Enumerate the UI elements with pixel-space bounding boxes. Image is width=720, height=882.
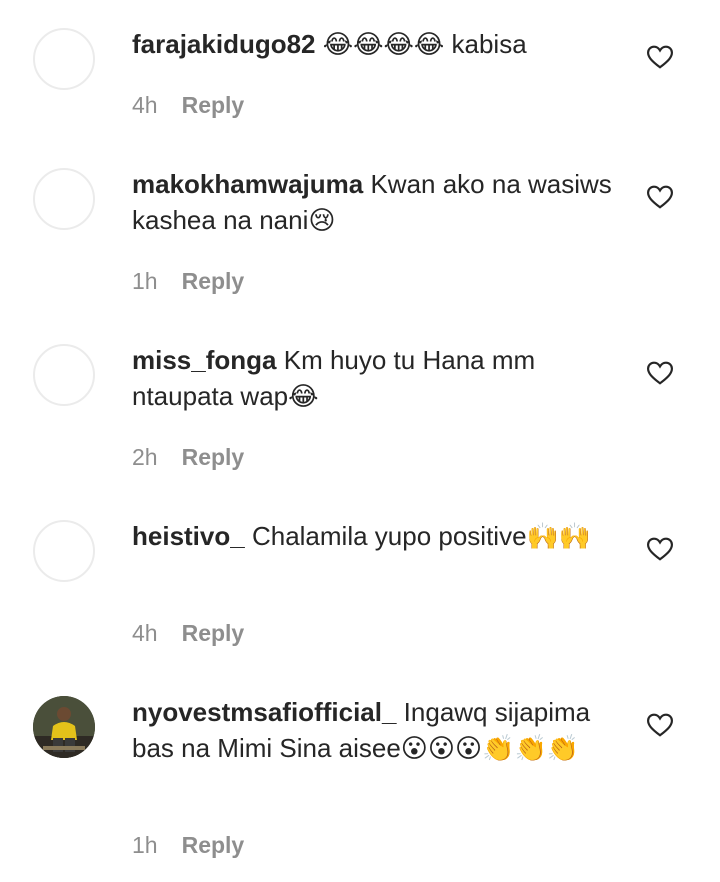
avatar[interactable]: [33, 520, 95, 582]
comment-body: farajakidugo82 😂😂😂😂 kabisa: [132, 26, 622, 62]
comment-text: Chalamila yupo positive🙌🙌: [251, 521, 592, 551]
avatar[interactable]: [33, 168, 95, 230]
comment-username[interactable]: heistivo_: [132, 521, 245, 551]
heart-outline-icon[interactable]: [647, 185, 673, 209]
comment-meta: 1h Reply: [132, 830, 244, 860]
reply-button[interactable]: Reply: [182, 620, 245, 646]
comment-body: heistivo_ Chalamila yupo positive🙌🙌: [132, 518, 592, 554]
comment-username[interactable]: miss_fonga: [132, 345, 277, 375]
reply-button[interactable]: Reply: [182, 444, 245, 470]
heart-outline-icon[interactable]: [647, 361, 673, 385]
avatar[interactable]: [33, 696, 95, 758]
comment-timestamp: 4h: [132, 620, 158, 646]
avatar-photo: [33, 696, 95, 758]
comment-timestamp: 2h: [132, 444, 158, 470]
heart-outline-icon[interactable]: [647, 537, 673, 561]
comment-body: miss_fonga Km huyo tu Hana mm ntaupata w…: [132, 342, 622, 414]
reply-button[interactable]: Reply: [182, 92, 245, 118]
comment-meta: 2h Reply: [132, 442, 244, 472]
comment-meta: 4h Reply: [132, 618, 244, 648]
heart-outline-icon[interactable]: [647, 45, 673, 69]
avatar[interactable]: [33, 28, 95, 90]
comment-meta: 4h Reply: [132, 90, 244, 120]
comment-body: nyovestmsafiofficial_ Ingawq sijapima ba…: [132, 694, 612, 766]
reply-button[interactable]: Reply: [182, 832, 245, 858]
comment-timestamp: 1h: [132, 832, 158, 858]
comment-meta: 1h Reply: [132, 266, 244, 296]
heart-outline-icon[interactable]: [647, 713, 673, 737]
comment-username[interactable]: farajakidugo82: [132, 29, 316, 59]
comment-username[interactable]: makokhamwajuma: [132, 169, 363, 199]
comment-body: makokhamwajuma Kwan ako na wasiws kashea…: [132, 166, 622, 238]
avatar[interactable]: [33, 344, 95, 406]
comment-text: 😂😂😂😂 kabisa: [322, 29, 527, 59]
comment-username[interactable]: nyovestmsafiofficial_: [132, 697, 396, 727]
comment-timestamp: 4h: [132, 92, 158, 118]
comment-timestamp: 1h: [132, 268, 158, 294]
reply-button[interactable]: Reply: [182, 268, 245, 294]
